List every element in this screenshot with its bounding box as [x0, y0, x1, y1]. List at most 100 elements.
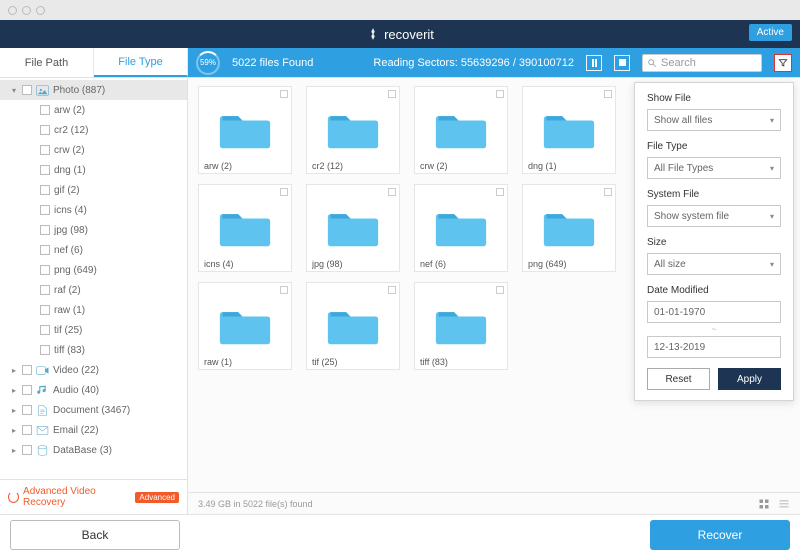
- checkbox[interactable]: [40, 165, 50, 175]
- checkbox[interactable]: [40, 285, 50, 295]
- tab-file-path[interactable]: File Path: [0, 48, 94, 77]
- caret-icon: ▸: [10, 406, 18, 415]
- folder-item[interactable]: cr2 (12): [306, 86, 400, 174]
- folder-item[interactable]: jpg (98): [306, 184, 400, 272]
- pause-button[interactable]: [586, 55, 602, 71]
- checkbox[interactable]: [40, 325, 50, 335]
- tree-subitem[interactable]: icns (4): [0, 200, 187, 220]
- tree-subitem[interactable]: arw (2): [0, 100, 187, 120]
- tree-category-label: Document (3467): [53, 405, 130, 416]
- apply-button[interactable]: Apply: [718, 368, 781, 390]
- folder-item[interactable]: crw (2): [414, 86, 508, 174]
- checkbox[interactable]: [280, 188, 288, 196]
- checkbox[interactable]: [40, 205, 50, 215]
- folder-item[interactable]: arw (2): [198, 86, 292, 174]
- zoom-dot[interactable]: [36, 6, 45, 15]
- sysfile-select[interactable]: Show system file▾: [647, 205, 781, 227]
- checkbox[interactable]: [604, 90, 612, 98]
- filter-icon: [778, 58, 788, 68]
- checkbox[interactable]: [40, 265, 50, 275]
- tree-subitem[interactable]: crw (2): [0, 140, 187, 160]
- tree-subitem[interactable]: dng (1): [0, 160, 187, 180]
- tree-category[interactable]: ▸Email (22): [0, 420, 187, 440]
- checkbox[interactable]: [496, 286, 504, 294]
- tree-subitem[interactable]: jpg (98): [0, 220, 187, 240]
- recover-button[interactable]: Recover: [650, 520, 790, 550]
- avr-label: Advanced Video Recovery: [23, 486, 129, 508]
- checkbox[interactable]: [280, 90, 288, 98]
- chevron-down-icon: ▾: [770, 260, 774, 269]
- checkbox[interactable]: [40, 125, 50, 135]
- tab-file-type[interactable]: File Type: [94, 48, 188, 77]
- tree-category[interactable]: ▾Photo (887): [0, 80, 187, 100]
- checkbox[interactable]: [40, 245, 50, 255]
- date-from-input[interactable]: 01-01-1970: [647, 301, 781, 323]
- checkbox[interactable]: [388, 188, 396, 196]
- checkbox[interactable]: [280, 286, 288, 294]
- checkbox[interactable]: [22, 445, 32, 455]
- brand-text: recoverit: [384, 27, 434, 42]
- grid-view-icon[interactable]: [758, 498, 770, 510]
- back-button[interactable]: Back: [10, 520, 180, 550]
- filter-button[interactable]: [774, 54, 792, 72]
- reset-button[interactable]: Reset: [647, 368, 710, 390]
- checkbox[interactable]: [40, 105, 50, 115]
- showfile-select[interactable]: Show all files▾: [647, 109, 781, 131]
- folder-item[interactable]: raw (1): [198, 282, 292, 370]
- checkbox[interactable]: [40, 225, 50, 235]
- folder-item[interactable]: tif (25): [306, 282, 400, 370]
- tree-subitem[interactable]: png (649): [0, 260, 187, 280]
- tree-subitem[interactable]: tif (25): [0, 320, 187, 340]
- tree-category[interactable]: ▸Audio (40): [0, 380, 187, 400]
- app-header: recoverit Active: [0, 20, 800, 48]
- advanced-video-recovery[interactable]: Advanced Video Recovery Advanced: [0, 479, 187, 514]
- checkbox[interactable]: [40, 145, 50, 155]
- chevron-down-icon: ▾: [770, 164, 774, 173]
- tree-subitem[interactable]: tiff (83): [0, 340, 187, 360]
- checkbox[interactable]: [22, 385, 32, 395]
- folder-item[interactable]: dng (1): [522, 86, 616, 174]
- checkbox[interactable]: [22, 425, 32, 435]
- checkbox[interactable]: [40, 345, 50, 355]
- tree-category[interactable]: ▸DataBase (3): [0, 440, 187, 460]
- size-select[interactable]: All size▾: [647, 253, 781, 275]
- tree-category-label: DataBase (3): [53, 445, 112, 456]
- close-dot[interactable]: [8, 6, 17, 15]
- filetype-select[interactable]: All File Types▾: [647, 157, 781, 179]
- stop-button[interactable]: [614, 55, 630, 71]
- tree-subitem[interactable]: raf (2): [0, 280, 187, 300]
- tree-subitem[interactable]: nef (6): [0, 240, 187, 260]
- tree-subitem[interactable]: gif (2): [0, 180, 187, 200]
- folder-icon: [543, 207, 595, 249]
- folder-label: tiff (83): [420, 357, 502, 367]
- folder-icon: [219, 109, 271, 151]
- folder-label: nef (6): [420, 259, 502, 269]
- tree-category[interactable]: ▸ Document (3467): [0, 400, 187, 420]
- list-view-icon[interactable]: [778, 498, 790, 510]
- tree-subitem[interactable]: cr2 (12): [0, 120, 187, 140]
- date-to-input[interactable]: 12-13-2019: [647, 336, 781, 358]
- checkbox[interactable]: [40, 305, 50, 315]
- file-type-tree[interactable]: ▾Photo (887)arw (2)cr2 (12)crw (2)dng (1…: [0, 78, 187, 479]
- sidebar: ▾Photo (887)arw (2)cr2 (12)crw (2)dng (1…: [0, 78, 188, 514]
- checkbox[interactable]: [22, 405, 32, 415]
- checkbox[interactable]: [496, 90, 504, 98]
- folder-item[interactable]: tiff (83): [414, 282, 508, 370]
- folder-item[interactable]: icns (4): [198, 184, 292, 272]
- folder-label: cr2 (12): [312, 161, 394, 171]
- checkbox[interactable]: [496, 188, 504, 196]
- search-input[interactable]: Search: [642, 54, 762, 72]
- checkbox[interactable]: [604, 188, 612, 196]
- checkbox[interactable]: [388, 286, 396, 294]
- folder-item[interactable]: png (649): [522, 184, 616, 272]
- tree-subitem[interactable]: raw (1): [0, 300, 187, 320]
- tree-subitem-label: tif (25): [54, 325, 82, 336]
- checkbox[interactable]: [40, 185, 50, 195]
- checkbox[interactable]: [22, 365, 32, 375]
- checkbox[interactable]: [388, 90, 396, 98]
- tree-category[interactable]: ▸Video (22): [0, 360, 187, 380]
- folder-item[interactable]: nef (6): [414, 184, 508, 272]
- checkbox[interactable]: [22, 85, 32, 95]
- minimize-dot[interactable]: [22, 6, 31, 15]
- active-button[interactable]: Active: [749, 24, 792, 41]
